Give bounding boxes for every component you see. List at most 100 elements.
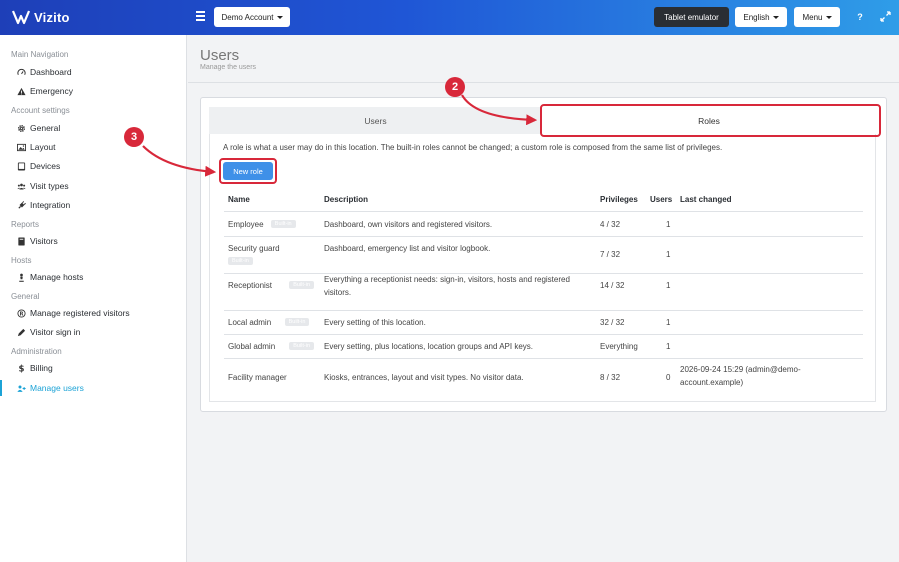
sidebar-section-heading: General [11, 292, 40, 301]
sidebar-item-visitor-sign-in[interactable]: Visitor sign in [0, 324, 186, 340]
sidebar-item-visit-types[interactable]: Visit types [0, 178, 186, 194]
sidebar-item-manage-registered-visitors[interactable]: R Manage registered visitors [0, 305, 186, 321]
role-name: Local admin [228, 318, 272, 327]
caret-down-icon [825, 15, 832, 19]
role-name: Global admin [228, 342, 276, 351]
role-description: Every setting of this location. [324, 318, 426, 327]
role-privileges: 4 / 32 [600, 220, 621, 229]
svg-text:$: $ [19, 364, 25, 372]
pen-icon [17, 328, 26, 337]
role-name: Facility manager [228, 373, 287, 382]
tablet-icon [17, 161, 26, 171]
sidebar-section-heading: Hosts [11, 256, 32, 265]
role-description: Every setting, plus locations, location … [324, 342, 534, 351]
account-dropdown[interactable]: Demo Account [214, 7, 290, 27]
sidebar-item-layout[interactable]: Layout [0, 139, 186, 155]
role-description: Kiosks, entrances, layout and visit type… [324, 373, 524, 382]
plug-icon [17, 200, 26, 210]
caret-down-icon [772, 15, 779, 19]
role-privileges: 8 / 32 [600, 373, 621, 382]
users-icon [17, 182, 26, 191]
sidebar-section-heading: Main Navigation [11, 50, 69, 59]
page-title: Users [200, 47, 240, 64]
language-label: English [743, 12, 770, 22]
role-privileges: 14 / 32 [600, 281, 625, 290]
brand-logo[interactable]: Vizito [12, 9, 70, 25]
role-name: Security guard [228, 244, 280, 253]
sidebar-section-heading: Administration [11, 347, 62, 356]
column-header-users: Users [650, 195, 673, 204]
question-icon[interactable]: ? [855, 12, 865, 22]
sidebar-item-label: Manage users [30, 383, 84, 393]
registered-icon: R [17, 308, 26, 318]
sidebar-item-label: Billing [30, 363, 53, 373]
sidebar-item-label: Integration [30, 200, 71, 210]
sidebar-item-manage-users[interactable]: Manage users [0, 380, 186, 396]
column-header-description: Description [324, 195, 369, 204]
user-plus-icon [17, 384, 26, 393]
sidebar-item-label: Manage hosts [30, 272, 84, 282]
warning-icon [17, 87, 26, 96]
vizito-logo-icon [12, 10, 30, 25]
image-icon [17, 143, 26, 152]
tab-users[interactable]: Users [209, 107, 542, 134]
svg-text:R: R [20, 311, 24, 317]
sidebar-item-label: General [30, 123, 61, 133]
sidebar-item-manage-hosts[interactable]: Manage hosts [0, 269, 186, 285]
role-name: Employee [228, 220, 264, 229]
gear-icon [17, 124, 26, 133]
sidebar-section-heading: Account settings [11, 106, 70, 115]
role-privileges: 32 / 32 [600, 318, 625, 327]
role-user-count: 1 [666, 220, 671, 229]
callout-number-3: 3 [124, 127, 144, 147]
roles-info-text: A role is what a user may do in this loc… [223, 143, 723, 152]
role-privileges: Everything [600, 342, 638, 351]
menu-label: Menu [802, 12, 823, 22]
built-in-badge: Built-in [284, 318, 310, 326]
sidebar-section-heading: Reports [11, 220, 40, 229]
callout-number-2: 2 [445, 77, 465, 97]
built-in-badge: Built-in [289, 281, 314, 289]
expand-icon[interactable] [880, 11, 891, 22]
role-description: Dashboard, own visitors and registered v… [324, 220, 493, 229]
dollar-icon: $ [17, 364, 26, 372]
sidebar-item-billing[interactable]: $ Billing [0, 360, 186, 376]
sidebar-item-label: Visitor sign in [30, 327, 81, 337]
role-user-count: 1 [666, 318, 671, 327]
language-dropdown[interactable]: English [735, 7, 787, 27]
hamburger-menu-icon[interactable] [196, 11, 205, 21]
brand-name: Vizito [34, 9, 70, 25]
callout-box-new-role [219, 158, 277, 184]
column-header-privileges: Privileges [600, 195, 638, 204]
sidebar-item-general[interactable]: General [0, 120, 186, 136]
role-name: Receptionist [228, 281, 273, 290]
sidebar-item-visitors[interactable]: Visitors [0, 233, 186, 249]
role-user-count: 1 [666, 250, 671, 259]
person-icon [17, 273, 26, 282]
sidebar-item-label: Visit types [30, 181, 69, 191]
role-last-changed: 2026-09-24 15:29 (admin@demo-account.exa… [680, 365, 801, 387]
built-in-badge: Built-in [289, 342, 314, 350]
caret-down-icon [276, 15, 283, 19]
tablet-emulator-button[interactable]: Tablet emulator [654, 7, 729, 27]
sidebar-item-dashboard[interactable]: Dashboard [0, 64, 186, 80]
menu-dropdown[interactable]: Menu [794, 7, 840, 27]
sidebar-item-label: Manage registered visitors [30, 308, 130, 318]
built-in-badge: Built-in [270, 220, 296, 228]
role-privileges: 7 / 32 [600, 250, 621, 259]
sidebar-item-label: Visitors [30, 236, 58, 246]
sidebar-item-label: Devices [30, 161, 61, 171]
built-in-badge: Built-in [228, 257, 253, 265]
account-label: Demo Account [221, 12, 274, 22]
sidebar-item-devices[interactable]: Devices [0, 158, 186, 174]
column-header-name: Name [228, 195, 250, 204]
sidebar-item-integration[interactable]: Integration [0, 197, 186, 213]
role-description: Dashboard, emergency list and visitor lo… [324, 244, 491, 253]
gauge-icon [17, 68, 26, 77]
role-user-count: 1 [666, 342, 671, 351]
sidebar-item-emergency[interactable]: Emergency [0, 83, 186, 99]
role-description: Everything a receptionist needs: sign-in… [324, 275, 570, 297]
book-icon [17, 236, 26, 246]
column-header-last-changed: Last changed [680, 195, 732, 204]
role-user-count: 0 [666, 373, 671, 382]
